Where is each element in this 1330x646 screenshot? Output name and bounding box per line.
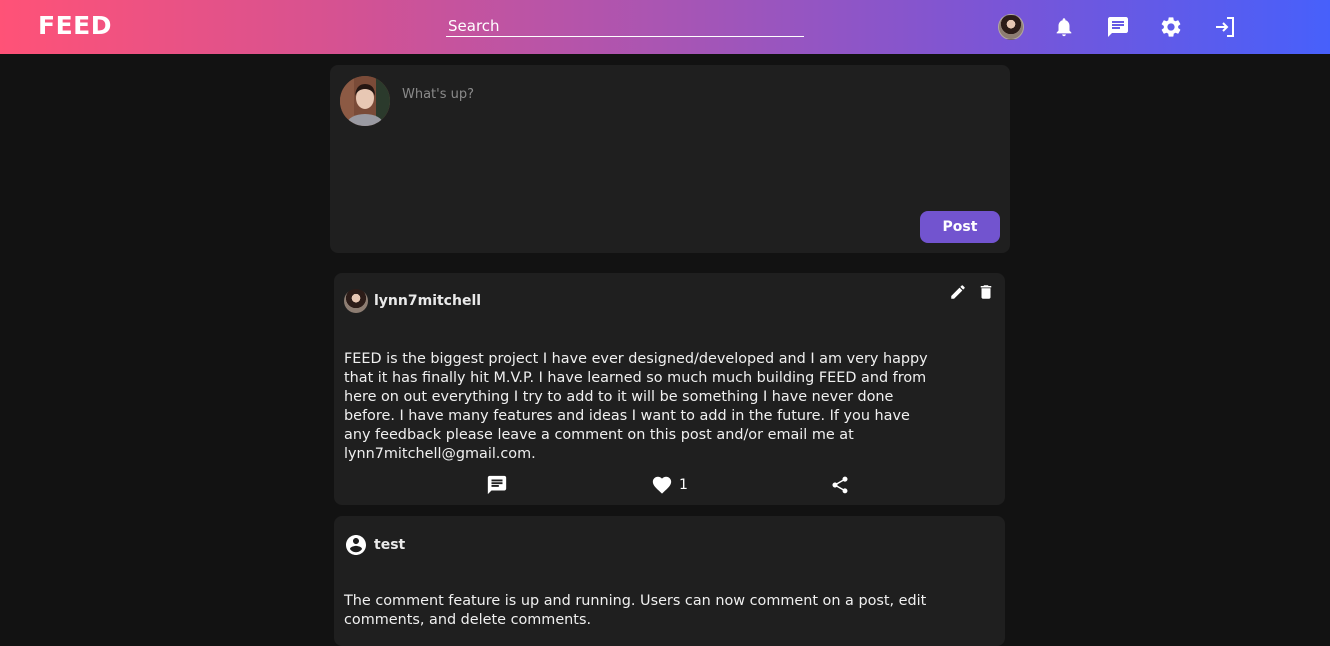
author-avatar (344, 289, 368, 313)
like-button[interactable]: 1 (651, 473, 688, 497)
post-author[interactable]: lynn7mitchell (344, 289, 481, 313)
bell-icon (1056, 18, 1072, 37)
logout-icon (1216, 17, 1234, 37)
share-button[interactable] (830, 473, 850, 497)
messages-button[interactable] (1105, 14, 1131, 40)
post-body: FEED is the biggest project I have ever … (344, 351, 928, 462)
post-card: test The comment feature is up and runni… (334, 516, 1005, 646)
trash-icon[interactable] (977, 283, 995, 301)
comment-button[interactable] (486, 473, 508, 497)
author-name[interactable]: lynn7mitchell (374, 293, 481, 309)
brand-logo[interactable]: FEED (38, 11, 112, 40)
post-button[interactable]: Post (920, 211, 1000, 243)
post-body: The comment feature is up and running. U… (344, 593, 927, 628)
logout-button[interactable] (1212, 14, 1238, 40)
post-actions: 1 (334, 473, 1005, 497)
author-name[interactable]: test (374, 537, 405, 553)
notifications-button[interactable] (1051, 14, 1077, 40)
composer-avatar (340, 76, 390, 126)
chat-icon (1108, 17, 1128, 37)
share-icon (832, 476, 848, 494)
pencil-icon[interactable] (949, 283, 967, 301)
composer-input[interactable] (400, 85, 990, 215)
comment-icon (487, 475, 507, 495)
settings-button[interactable] (1158, 14, 1184, 40)
heart-icon (652, 476, 672, 494)
post-card: lynn7mitchell FEED is the biggest projec… (334, 273, 1005, 505)
top-navbar: FEED (0, 0, 1330, 54)
user-avatar[interactable] (998, 14, 1024, 40)
post-author[interactable]: test (344, 533, 405, 557)
gear-icon (1161, 17, 1181, 37)
post-composer: Post (330, 65, 1010, 253)
like-count: 1 (679, 477, 688, 493)
account-circle-icon (346, 535, 366, 555)
search-input[interactable] (446, 16, 804, 37)
